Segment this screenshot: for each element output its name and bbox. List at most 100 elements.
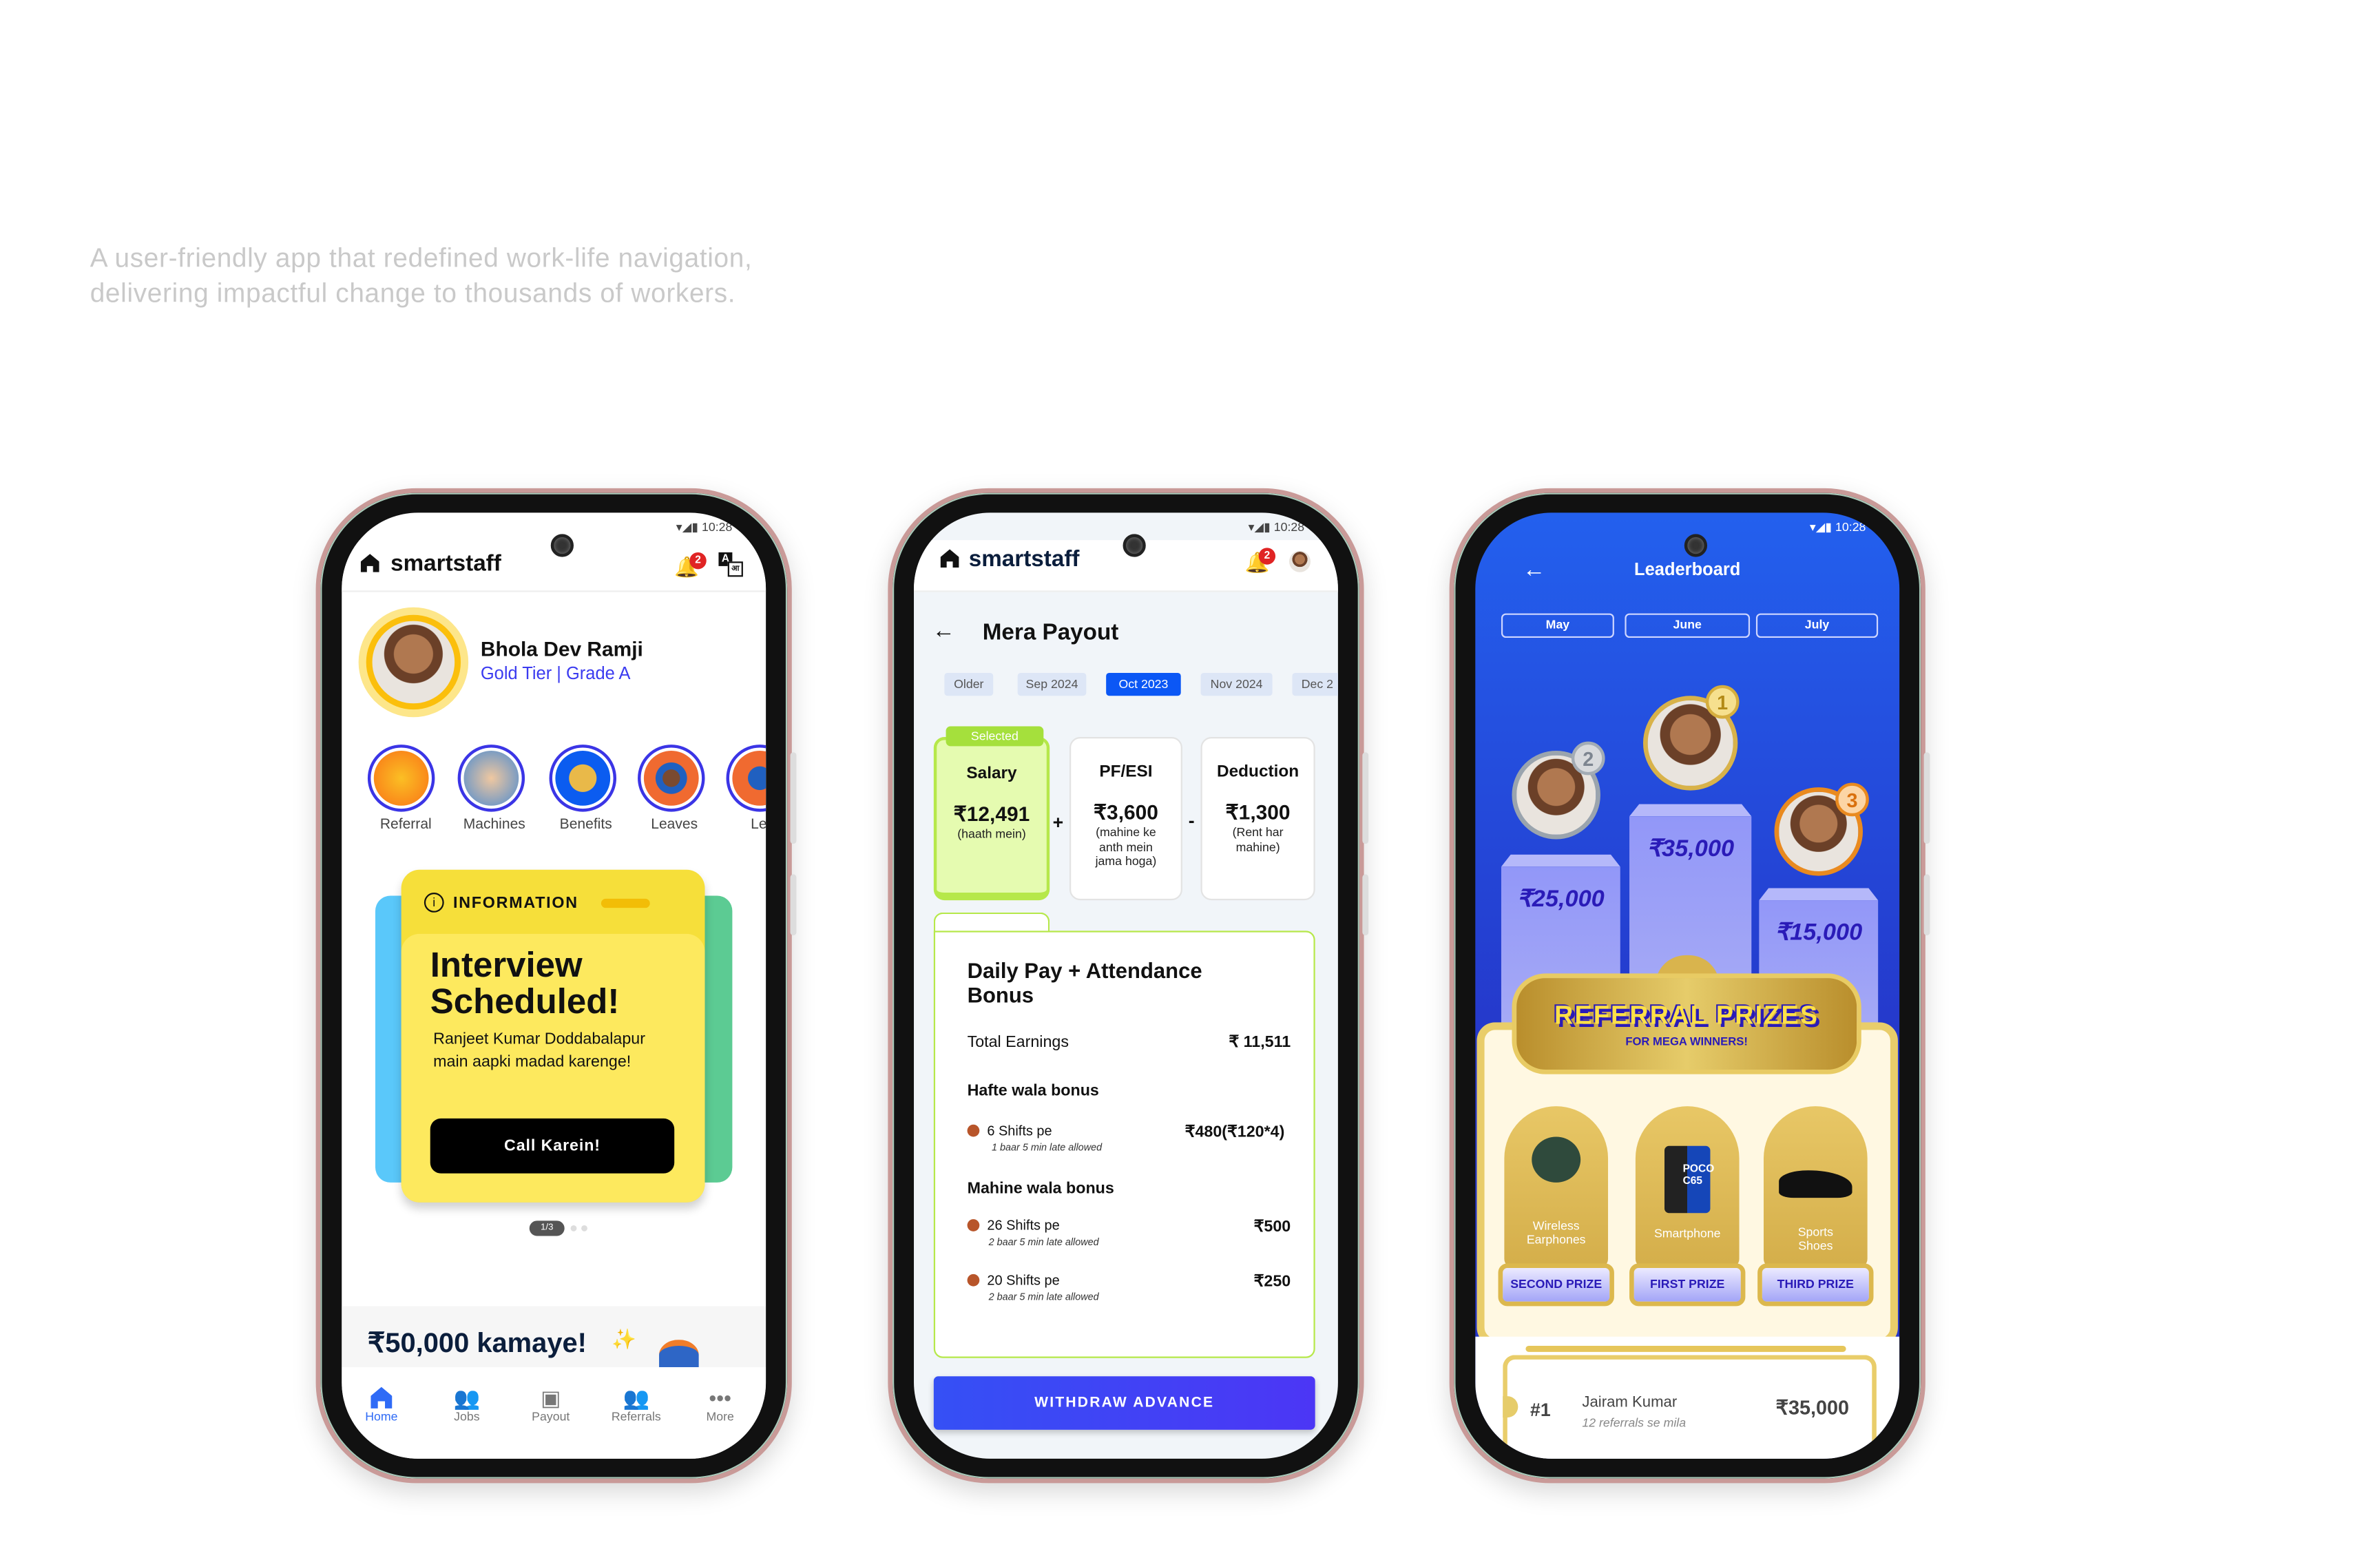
page-title: Leaderboard bbox=[1634, 561, 1741, 580]
card-amount: ₹3,600 bbox=[1094, 801, 1158, 824]
home-logo-icon bbox=[940, 549, 959, 568]
earnings-details-card: Daily Pay + Attendance Bonus Total Earni… bbox=[933, 931, 1315, 1358]
shortcut-lea[interactable] bbox=[726, 745, 766, 812]
prize-second[interactable]: Wireless Earphones bbox=[1504, 1106, 1609, 1268]
card-amount: ₹12,491 bbox=[953, 802, 1030, 826]
home-screen: ▾◢▮ 10:28 smartstaff 🔔 2 Aआ Bhola Dev Ra… bbox=[342, 512, 766, 1459]
nav-jobs[interactable]: 👥 Jobs bbox=[424, 1386, 510, 1424]
worker-photo-icon bbox=[643, 750, 699, 806]
row-amount: ₹35,000 bbox=[1775, 1396, 1850, 1420]
tagline: A user-friendly app that redefined work-… bbox=[90, 242, 753, 309]
machines-photo-icon bbox=[463, 750, 519, 806]
profile-tier: Gold Tier | Grade A bbox=[480, 665, 631, 684]
shortcut-referral[interactable] bbox=[367, 745, 435, 812]
notification-badge: 2 bbox=[689, 552, 707, 570]
third-prize-button[interactable]: THIRD PRIZE bbox=[1757, 1263, 1874, 1307]
worker-photo-icon bbox=[732, 750, 766, 806]
month-chip[interactable]: Sep 2024 bbox=[1017, 672, 1087, 696]
plus-operator: + bbox=[1052, 811, 1064, 833]
leaderboard-row[interactable]: #1 Jairam Kumar 12 referrals se mila ₹35… bbox=[1503, 1355, 1877, 1459]
language-icon[interactable]: Aआ bbox=[718, 552, 743, 577]
app-logo: smartstaff bbox=[390, 550, 501, 577]
wallet-coins-icon bbox=[373, 750, 429, 806]
nav-home[interactable]: Home bbox=[342, 1386, 424, 1424]
money-bag-icon bbox=[659, 1340, 699, 1371]
card-note: (haath mein) bbox=[957, 827, 1026, 841]
withdraw-advance-button[interactable]: WITHDRAW ADVANCE bbox=[933, 1376, 1315, 1430]
profile-name: Bhola Dev Ramji bbox=[480, 638, 643, 661]
shortcut-leaves[interactable] bbox=[638, 745, 705, 812]
bottom-nav: Home 👥 Jobs ▣ Payout 👥 Referrals ••• More bbox=[342, 1366, 766, 1459]
pf-esi-card[interactable]: PF/ESI ₹3,600 (mahine ke anth mein jama … bbox=[1069, 737, 1182, 901]
card-title: Deduction bbox=[1217, 762, 1299, 782]
shortcut-label: Leaves bbox=[651, 816, 698, 833]
card-title: PF/ESI bbox=[1099, 762, 1153, 782]
month-chip-selected[interactable]: Oct 2023 bbox=[1106, 672, 1181, 696]
month-chip[interactable]: Dec 2 bbox=[1292, 672, 1338, 696]
earn-banner[interactable]: ₹50,000 kamaye! ✨ bbox=[342, 1306, 766, 1371]
first-prize-button[interactable]: FIRST PRIZE bbox=[1629, 1263, 1746, 1307]
profile-avatar[interactable] bbox=[358, 607, 469, 718]
shortcut-benefits[interactable] bbox=[549, 745, 617, 812]
stopwatch-icon bbox=[967, 1273, 980, 1287]
rank-badge: 1 bbox=[1705, 685, 1740, 719]
month-tab[interactable]: May bbox=[1501, 613, 1614, 638]
details-title: Daily Pay + Attendance Bonus bbox=[967, 958, 1202, 1008]
month-chip[interactable]: Nov 2024 bbox=[1200, 672, 1273, 696]
app-logo: smartstaff bbox=[968, 546, 1080, 572]
nav-payout[interactable]: ▣ Payout bbox=[508, 1386, 594, 1424]
prize-third[interactable]: Sports Shoes bbox=[1764, 1106, 1868, 1268]
leaderboard-screen: ▾◢▮ 10:28 ← Leaderboard May June July ₹2… bbox=[1475, 512, 1900, 1459]
referral-prizes-banner: REFERRAL PRIZES FOR MEGA WINNERS! bbox=[1512, 973, 1861, 1074]
row-rank: #1 bbox=[1530, 1399, 1551, 1421]
call-button[interactable]: Call Karein! bbox=[430, 1118, 675, 1174]
info-title: Interview Scheduled! bbox=[430, 944, 620, 1021]
second-prize-button[interactable]: SECOND PRIZE bbox=[1498, 1263, 1614, 1307]
notification-badge: 2 bbox=[1258, 548, 1276, 565]
bonus-row: 20 Shifts pe ₹250 2 baar 5 min late allowe… bbox=[967, 1273, 1291, 1303]
info-tag: INFORMATION bbox=[452, 894, 578, 913]
more-icon: ••• bbox=[709, 1385, 731, 1411]
prize-first[interactable]: POCO C65 Smartphone bbox=[1635, 1106, 1740, 1268]
total-earnings-row: Total Earnings ₹ 11,511 bbox=[967, 1032, 1291, 1052]
row-note: 12 referrals se mila bbox=[1582, 1415, 1687, 1430]
phone-leaderboard: ▾◢▮ 10:28 ← Leaderboard May June July ₹2… bbox=[1449, 488, 1930, 1484]
row-name: Jairam Kumar bbox=[1582, 1394, 1678, 1412]
shortcut-machines[interactable] bbox=[457, 745, 525, 812]
month-tab[interactable]: June bbox=[1625, 613, 1751, 638]
payout-icon: ▣ bbox=[541, 1385, 561, 1411]
shoes-icon bbox=[1779, 1170, 1852, 1198]
nav-referrals[interactable]: 👥 Referrals bbox=[594, 1386, 679, 1424]
stopwatch-icon bbox=[967, 1219, 980, 1231]
page-title: Mera Payout bbox=[982, 619, 1119, 646]
shortcut-label: Referral bbox=[379, 816, 432, 833]
month-chip[interactable]: Older bbox=[944, 672, 994, 696]
carousel-pager[interactable]: 1/3 bbox=[529, 1220, 565, 1236]
info-body: Ranjeet Kumar Doddabalapur main aapki ma… bbox=[433, 1030, 645, 1071]
weekly-bonus-heading: Hafte wala bonus bbox=[967, 1081, 1099, 1101]
rank-badge: 2 bbox=[1571, 741, 1605, 776]
salary-card[interactable]: Salary ₹12,491 (haath mein) bbox=[933, 737, 1050, 901]
month-tab[interactable]: July bbox=[1755, 613, 1879, 638]
home-icon bbox=[370, 1386, 393, 1408]
info-card[interactable]: i INFORMATION Interview Scheduled! Ranje… bbox=[401, 869, 705, 1203]
selected-tag: Selected bbox=[946, 726, 1044, 747]
monthly-bonus-heading: Mahine wala bonus bbox=[967, 1179, 1114, 1198]
minus-operator: - bbox=[1188, 810, 1195, 832]
info-icon: i bbox=[424, 893, 444, 913]
referrals-icon: 👥 bbox=[623, 1385, 650, 1411]
bonus-row: 26 Shifts pe ₹500 2 baar 5 min late allowe… bbox=[967, 1218, 1291, 1248]
status-bar: ▾◢▮ 10:28 bbox=[1248, 520, 1305, 534]
smartphone-icon: POCO C65 bbox=[1664, 1145, 1714, 1214]
nav-more[interactable]: ••• More bbox=[678, 1386, 763, 1424]
user-avatar[interactable] bbox=[1289, 550, 1311, 572]
card-title: Salary bbox=[966, 764, 1017, 783]
deduction-card[interactable]: Deduction ₹1,300 (Rent har mahine) bbox=[1200, 737, 1315, 901]
status-bar: ▾◢▮ 10:28 bbox=[1809, 520, 1866, 534]
back-arrow-icon[interactable]: ← bbox=[932, 618, 955, 644]
phone-home: ▾◢▮ 10:28 smartstaff 🔔 2 Aआ Bhola Dev Ra… bbox=[315, 488, 797, 1484]
banner-title: REFERRAL PRIZES bbox=[1554, 1001, 1819, 1030]
card-amount: ₹1,300 bbox=[1225, 801, 1291, 824]
shortcut-label: Lea bbox=[751, 816, 766, 833]
card-note: (Rent har mahine) bbox=[1232, 825, 1284, 854]
